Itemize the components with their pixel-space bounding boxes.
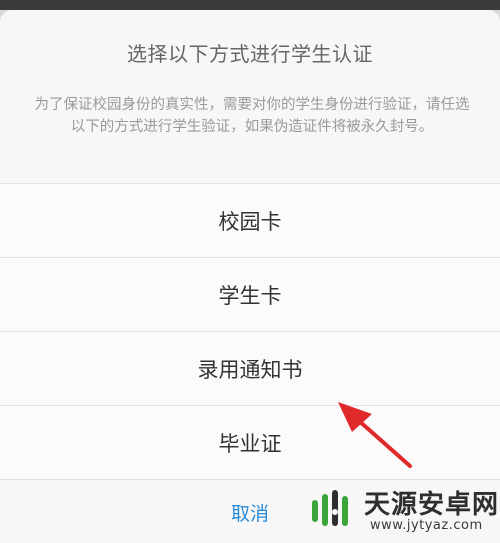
option-admission-letter[interactable]: 录用通知书 — [0, 331, 500, 405]
cancel-button[interactable]: 取消 — [200, 492, 300, 532]
dialog-title: 选择以下方式进行学生认证 — [127, 42, 373, 66]
option-campus-card[interactable]: 校园卡 — [0, 183, 500, 257]
cancel-row: 取消 — [0, 479, 500, 543]
option-student-card[interactable]: 学生卡 — [0, 257, 500, 331]
option-graduation-certificate[interactable]: 毕业证 — [0, 405, 500, 479]
verification-bottom-sheet: 选择以下方式进行学生认证 为了保证校园身份的真实性，需要对你的学生身份进行验证，… — [0, 10, 500, 543]
background-app-edge — [0, 0, 500, 10]
dialog-description: 为了保证校园身份的真实性，需要对你的学生身份进行验证，请任选以下的方式进行学生验… — [34, 97, 470, 135]
screen: 选择以下方式进行学生认证 为了保证校园身份的真实性，需要对你的学生身份进行验证，… — [0, 0, 500, 543]
